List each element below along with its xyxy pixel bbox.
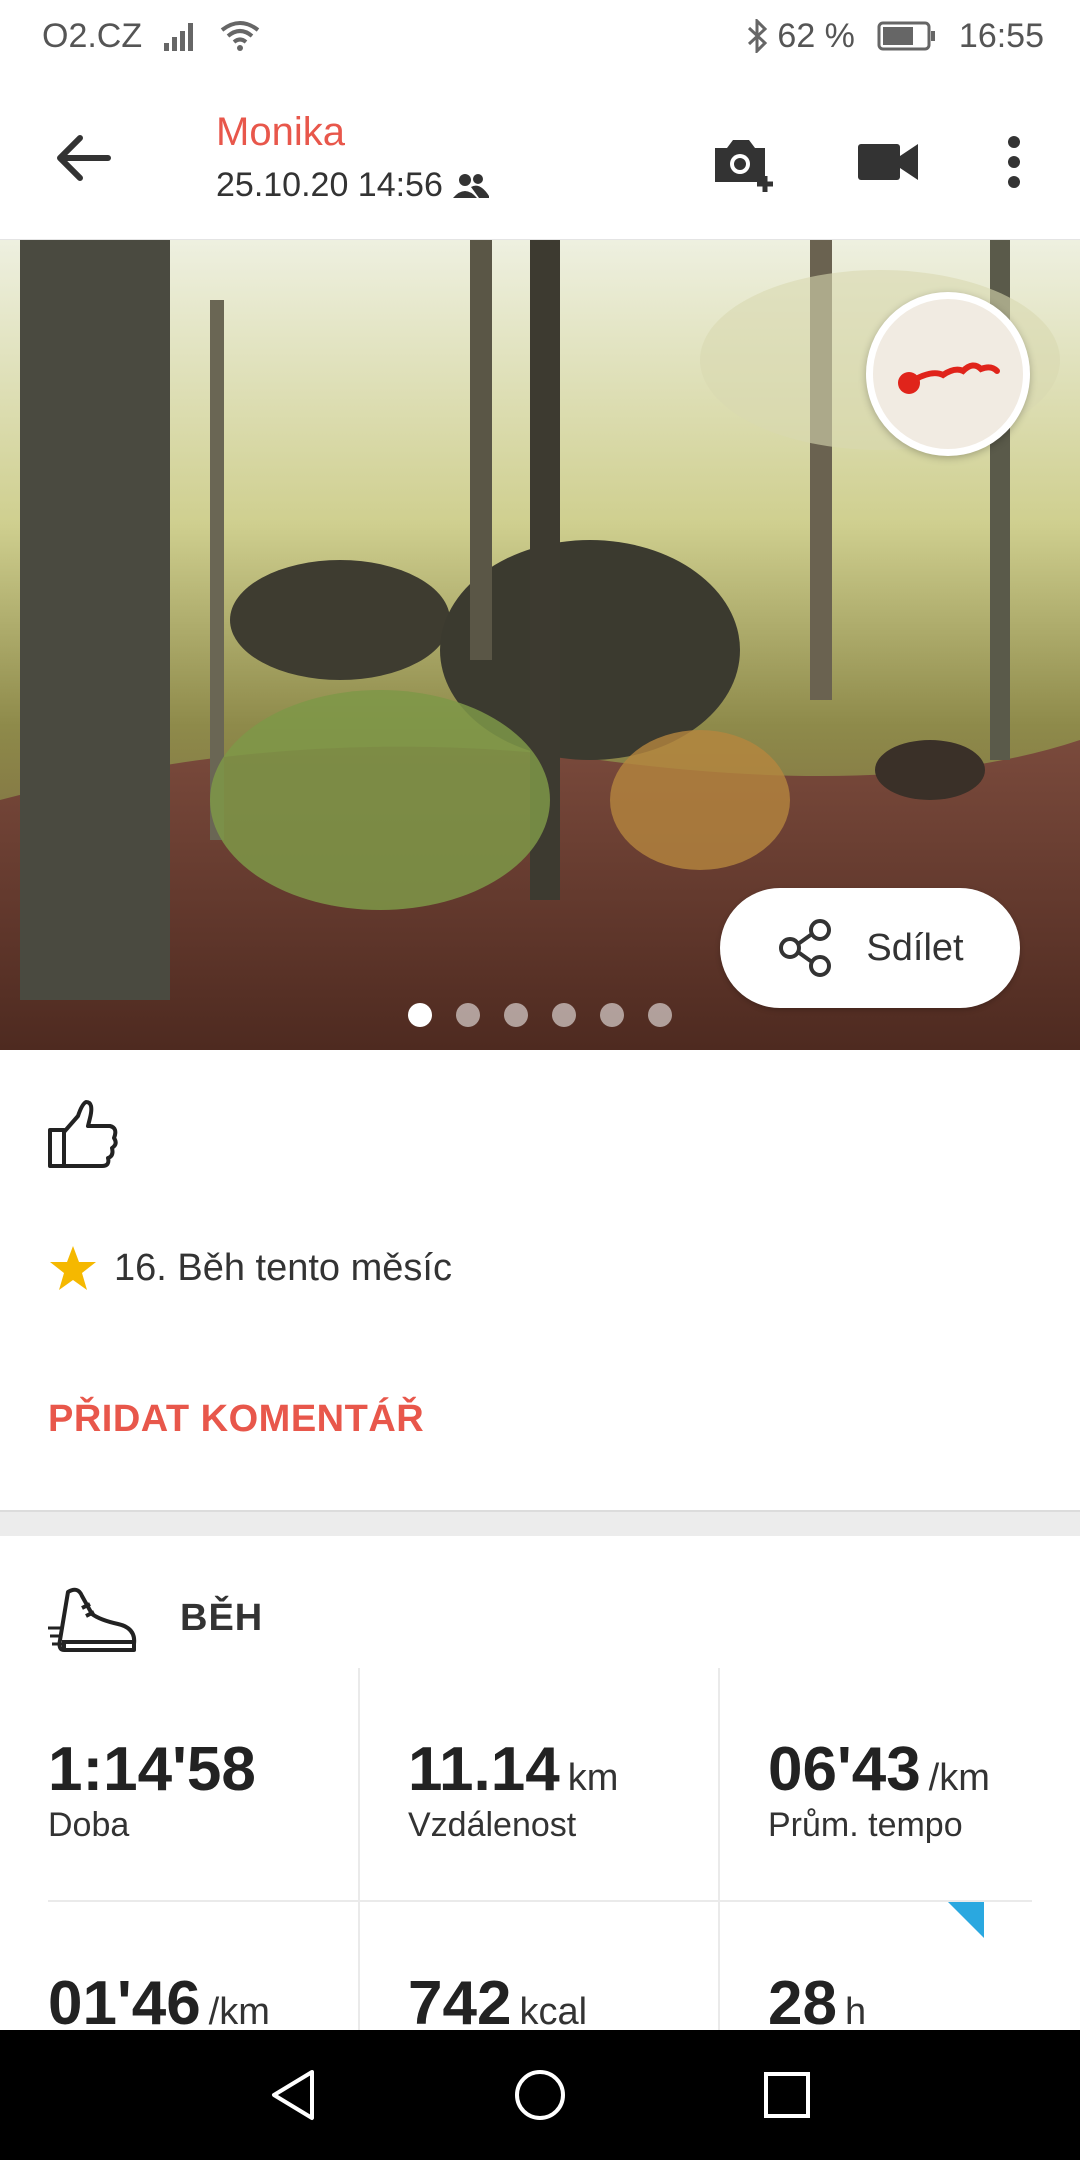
page-dot[interactable]	[600, 1003, 624, 1027]
stat-value: 06'43/km	[768, 1735, 990, 1804]
page-dot[interactable]	[504, 1003, 528, 1027]
carrier-name: O2.CZ	[42, 16, 143, 55]
add-comment-button[interactable]: PŘIDAT KOMENTÁŘ	[48, 1398, 424, 1441]
wifi-icon	[220, 20, 260, 52]
page-dot[interactable]	[648, 1003, 672, 1027]
add-photo-icon	[715, 140, 773, 192]
activity-datetime-row: 25.10.20 14:56	[216, 166, 489, 205]
back-arrow-icon	[57, 135, 111, 181]
activity-datetime: 25.10.20 14:56	[216, 166, 443, 204]
page-dot[interactable]	[552, 1003, 576, 1027]
stat-value: 742 kcal	[408, 1969, 588, 2038]
stat-label: Prům. tempo	[768, 1806, 963, 1844]
people-icon	[452, 173, 489, 198]
achievement-row[interactable]: 16. Běh tento měsíc	[48, 1244, 452, 1292]
activity-header: Monika 25.10.20 14:56	[0, 72, 1080, 240]
add-video-button[interactable]	[848, 122, 928, 202]
running-shoe-icon	[48, 1587, 137, 1652]
share-button[interactable]: Sdílet	[720, 888, 1020, 1008]
like-button[interactable]	[44, 1094, 124, 1174]
activity-photo-carousel[interactable]: Sdílet	[0, 240, 1080, 1050]
share-label: Sdílet	[866, 926, 964, 969]
star-icon	[50, 1246, 96, 1290]
stat-duration[interactable]: 1:14'58 Doba	[48, 1668, 376, 1900]
user-name[interactable]: Monika	[216, 110, 345, 155]
more-vert-icon	[1008, 136, 1020, 188]
battery-percent: 62 %	[777, 16, 855, 55]
achievement-text: 16. Běh tento měsíc	[114, 1246, 452, 1289]
stat-value: 11.14 km	[408, 1735, 619, 1804]
stat-label: Doba	[48, 1806, 130, 1844]
stat-value: 1:14'58	[48, 1735, 256, 1804]
stat-value: 28 h	[768, 1969, 867, 2038]
page-dot[interactable]	[408, 1003, 432, 1027]
stat-label: Vzdálenost	[408, 1806, 577, 1844]
thumbs-up-icon	[48, 1100, 118, 1168]
stat-value: 01'46/km	[48, 1969, 270, 2038]
more-options-button[interactable]	[974, 122, 1054, 202]
route-map-thumbnail[interactable]	[866, 292, 1030, 456]
page-dot[interactable]	[456, 1003, 480, 1027]
add-photo-button[interactable]	[704, 122, 784, 202]
stat-avg-pace[interactable]: 06'43/km Prům. tempo	[768, 1668, 1080, 1900]
share-icon	[779, 919, 832, 977]
section-divider	[0, 1510, 1080, 1536]
nav-home-icon[interactable]	[513, 2068, 567, 2122]
status-bar: O2.CZ 62 % 16:55	[0, 0, 1080, 72]
system-navigation-bar	[0, 2030, 1080, 2160]
nav-recents-icon[interactable]	[762, 2070, 812, 2120]
nav-back-icon[interactable]	[268, 2068, 318, 2122]
carousel-page-indicator	[0, 1003, 1080, 1027]
activity-type-header: BĚH	[48, 1578, 263, 1658]
video-icon	[858, 144, 918, 180]
stat-distance[interactable]: 11.14 km Vzdálenost	[408, 1668, 736, 1900]
signal-icon	[164, 21, 198, 51]
battery-icon	[877, 21, 937, 51]
clock: 16:55	[958, 16, 1044, 55]
bluetooth-icon	[747, 19, 769, 53]
activity-type-title: BĚH	[180, 1596, 264, 1639]
back-button[interactable]	[44, 118, 124, 198]
route-line-icon	[898, 362, 1000, 394]
